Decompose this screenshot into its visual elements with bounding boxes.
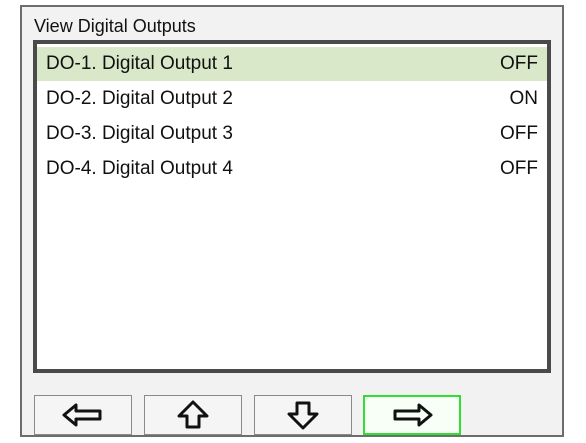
move-down-button[interactable] [254, 395, 352, 435]
digital-output-list: DO-1. Digital Output 1 OFF DO-2. Digital… [33, 40, 551, 373]
digital-output-name: DO-3. Digital Output 3 [46, 123, 233, 144]
arrow-left-icon [62, 403, 104, 427]
digital-output-state: ON [509, 88, 539, 109]
window-title: View Digital Outputs [34, 16, 196, 36]
digital-output-state: OFF [500, 123, 538, 144]
arrow-up-icon [176, 400, 210, 430]
digital-output-row-3[interactable]: DO-3. Digital Output 3 OFF [37, 117, 547, 151]
arrow-right-icon [391, 403, 433, 427]
digital-output-state: OFF [500, 53, 538, 74]
digital-output-name: DO-1. Digital Output 1 [46, 53, 233, 74]
device-window: View Digital Outputs DO-1. Digital Outpu… [20, 5, 564, 437]
digital-output-row-1[interactable]: DO-1. Digital Output 1 OFF [37, 47, 547, 81]
digital-output-name: DO-4. Digital Output 4 [46, 158, 233, 179]
back-button[interactable] [34, 395, 132, 435]
arrow-down-icon [286, 400, 320, 430]
digital-output-row-4[interactable]: DO-4. Digital Output 4 OFF [37, 152, 547, 186]
digital-output-row-2[interactable]: DO-2. Digital Output 2 ON [37, 82, 547, 116]
move-up-button[interactable] [144, 395, 242, 435]
digital-output-name: DO-2. Digital Output 2 [46, 88, 233, 109]
enter-button[interactable] [363, 395, 461, 435]
digital-output-state: OFF [500, 158, 538, 179]
